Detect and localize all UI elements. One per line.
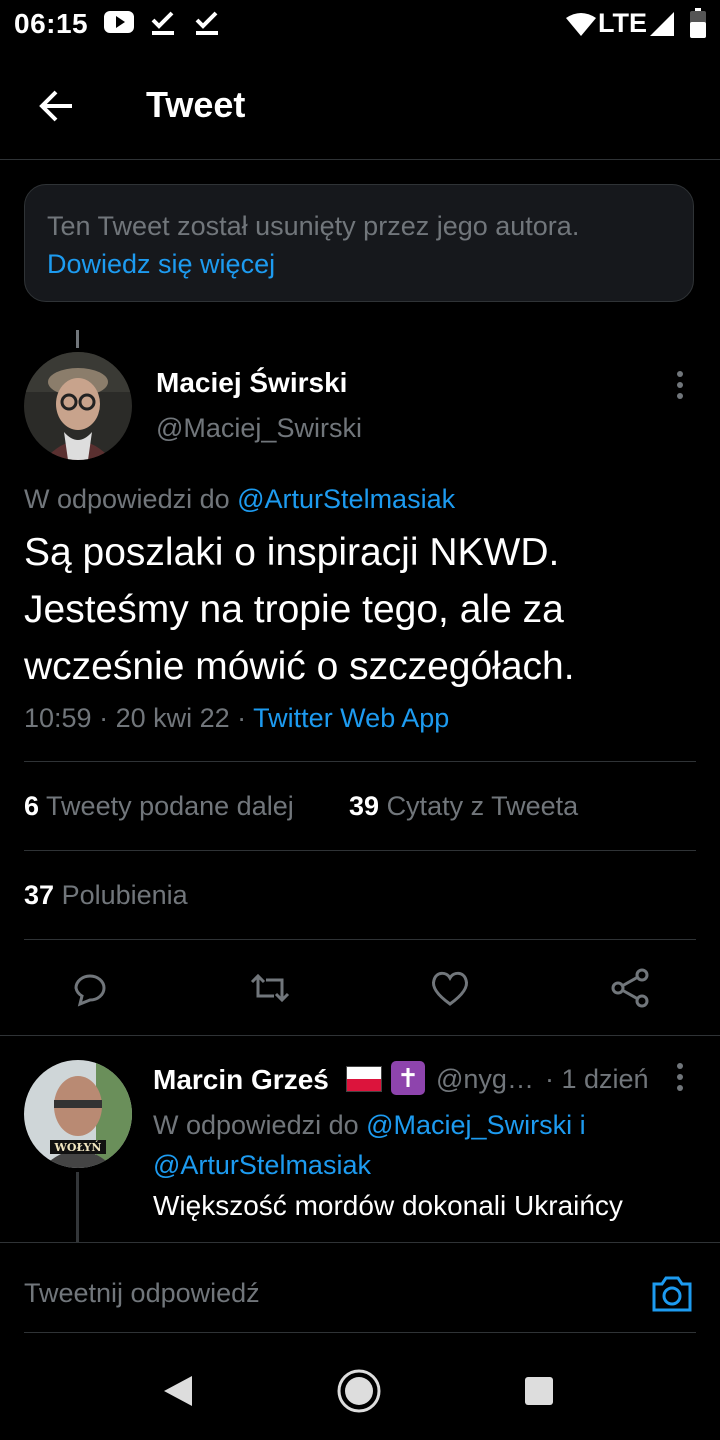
share-icon[interactable] xyxy=(608,966,652,1010)
quotes-count: 39 xyxy=(349,791,380,821)
retweets-label: Tweety podane dalej xyxy=(46,791,294,821)
divider xyxy=(0,1035,720,1036)
signal-icon xyxy=(650,12,674,36)
deleted-tweet-notice: Ten Tweet został usunięty przez jego aut… xyxy=(24,184,694,302)
page-title: Tweet xyxy=(146,84,246,125)
system-nav-bar xyxy=(0,1340,720,1440)
tweet-text-line: Są poszlaki o inspiracji NKWD. xyxy=(24,531,560,574)
retweet-icon[interactable] xyxy=(248,966,292,1010)
quotes-label: Cytaty z Tweeta xyxy=(386,791,579,821)
reply-prefix: W odpowiedzi do xyxy=(24,484,238,514)
learn-more-link[interactable]: Dowiedz się więcej xyxy=(47,249,275,280)
reply-author-name[interactable]: Marcin Grześ xyxy=(153,1064,329,1096)
reply-author-handle[interactable]: @nyg… xyxy=(436,1064,534,1095)
author-handle[interactable]: @Maciej_Swirski xyxy=(156,413,362,444)
reply-age: · 1 dzień xyxy=(545,1064,649,1094)
deleted-notice-text: Ten Tweet został usunięty przez jego aut… xyxy=(47,211,580,241)
tweet-date: 20 kwi 22 xyxy=(115,703,230,733)
thread-connector xyxy=(76,1172,79,1242)
tweet-meta: 10:59 · 20 kwi 22 · Twitter Web App xyxy=(24,703,450,733)
likes-count: 37 xyxy=(24,880,55,910)
tweet-text-line: wcześnie mówić o szczegółach. xyxy=(24,645,575,688)
likes-label: Polubienia xyxy=(61,880,188,910)
reply-mention[interactable]: @ArturStelmasiak xyxy=(153,1150,371,1180)
quotes-stat[interactable]: 39 Cytaty z Tweeta xyxy=(349,791,578,822)
tweet-source[interactable]: Twitter Web App xyxy=(253,703,449,733)
reply-mention[interactable]: @ArturStelmasiak xyxy=(237,484,455,514)
likes-stat[interactable]: 37 Polubienia xyxy=(24,880,188,911)
divider xyxy=(24,939,696,940)
svg-text:WOŁYŃ: WOŁYŃ xyxy=(54,1140,102,1154)
check-notification-icon xyxy=(195,11,218,35)
divider xyxy=(24,1332,696,1333)
youtube-notification-icon xyxy=(104,11,134,33)
author-avatar[interactable] xyxy=(24,352,132,460)
reply-input[interactable]: Tweetnij odpowiedź xyxy=(24,1278,260,1309)
author-name[interactable]: Maciej Świrski xyxy=(156,367,347,399)
status-time: 06:15 xyxy=(14,8,89,39)
retweets-stat[interactable]: 6 Tweety podane dalej xyxy=(24,791,294,822)
reply-context: W odpowiedzi do @Maciej_Swirski i @Artur… xyxy=(153,1105,693,1185)
status-bar: 06:15 LTE xyxy=(0,0,720,50)
reply-conjunction: i xyxy=(572,1110,586,1140)
retweets-count: 6 xyxy=(24,791,40,821)
battery-icon xyxy=(690,8,706,38)
tweet-text: Są poszlaki o inspiracji NKWD. Jesteśmy … xyxy=(24,524,694,695)
thread-connector xyxy=(76,330,79,348)
reply-text: Większość mordów dokonali Ukraińcy xyxy=(153,1190,623,1221)
reply-author-avatar[interactable]: WOŁYŃ xyxy=(24,1060,132,1168)
more-options-icon[interactable] xyxy=(674,1062,686,1094)
divider xyxy=(24,761,696,762)
more-options-icon[interactable] xyxy=(674,370,686,402)
reply-mention[interactable]: @Maciej_Swirski xyxy=(366,1110,572,1140)
tweet-time: 10:59 xyxy=(24,703,92,733)
camera-icon[interactable] xyxy=(650,1274,694,1314)
cross-emoji-icon: ✝ xyxy=(391,1061,425,1095)
reply-prefix: W odpowiedzi do xyxy=(153,1110,367,1140)
check-notification-icon xyxy=(151,11,174,35)
network-type: LTE xyxy=(598,8,647,38)
nav-recents-icon[interactable] xyxy=(524,1376,554,1406)
wifi-icon xyxy=(566,13,596,36)
header-divider xyxy=(0,159,720,160)
nav-home-icon[interactable] xyxy=(336,1368,382,1414)
reply-context: W odpowiedzi do @ArturStelmasiak xyxy=(24,484,455,515)
like-icon[interactable] xyxy=(428,966,472,1010)
nav-back-icon[interactable] xyxy=(162,1374,194,1408)
poland-flag-icon xyxy=(346,1066,382,1092)
divider xyxy=(24,850,696,851)
reply-icon[interactable] xyxy=(68,966,112,1010)
tweet-text-line: Jesteśmy na tropie tego, ale za xyxy=(24,588,564,631)
back-arrow-icon[interactable] xyxy=(36,84,80,128)
